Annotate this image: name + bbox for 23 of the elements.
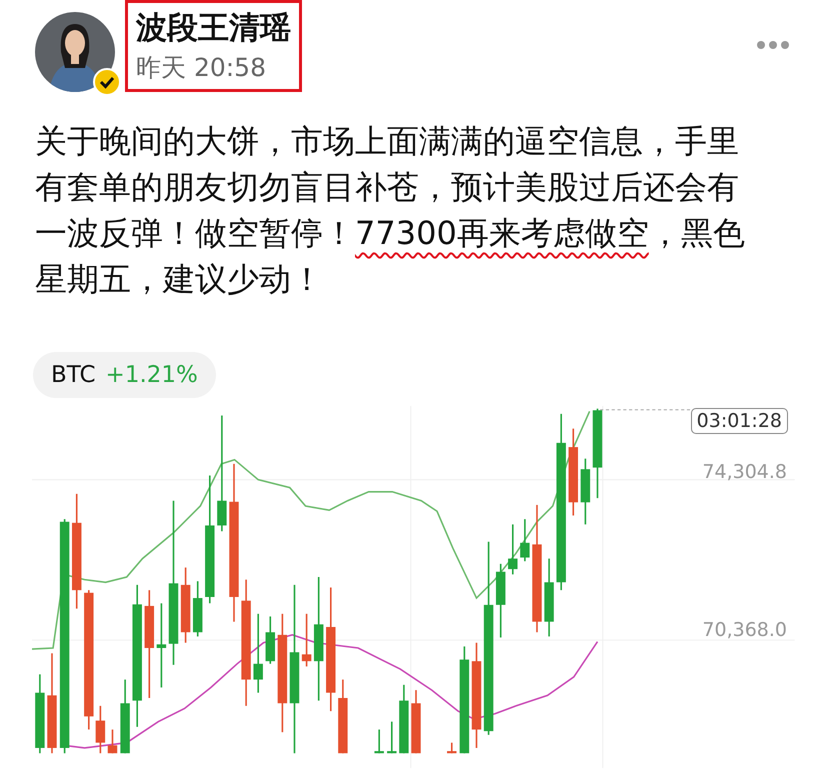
candlestick [520, 519, 530, 562]
candlestick [374, 730, 384, 754]
ticker-symbol: BTC [51, 362, 96, 388]
candlestick [399, 684, 409, 754]
more-icon[interactable] [756, 40, 790, 50]
candlestick [192, 581, 202, 636]
ticker-tag[interactable]: BTC +1.21% [33, 352, 216, 398]
candlestick [96, 706, 106, 754]
post-time: 昨天 20:58 [136, 52, 267, 84]
candlestick [411, 690, 421, 754]
candlestick [266, 616, 276, 664]
price-label: 70,368.0 [702, 619, 787, 641]
post-text: 关于晚间的大饼，市场上面满满的逼空信息，手里有套单的朋友切勿盲目补苍，预计美股过后还会有一波反弹！做空暂停！77300再来考虑做空，黑色星期五，建议少动！ [35, 121, 746, 300]
candlestick [580, 458, 590, 524]
candlestick [302, 614, 312, 666]
candlestick [387, 722, 397, 754]
countdown-label: 03:01:28 [690, 408, 788, 434]
author-name: 波段王清瑶 [136, 9, 291, 47]
candlestick [108, 730, 118, 754]
candlestick [447, 742, 456, 754]
candlestick [508, 524, 518, 574]
price-change: +1.21% [106, 362, 198, 388]
price-label: 74,304.8 [702, 461, 787, 483]
